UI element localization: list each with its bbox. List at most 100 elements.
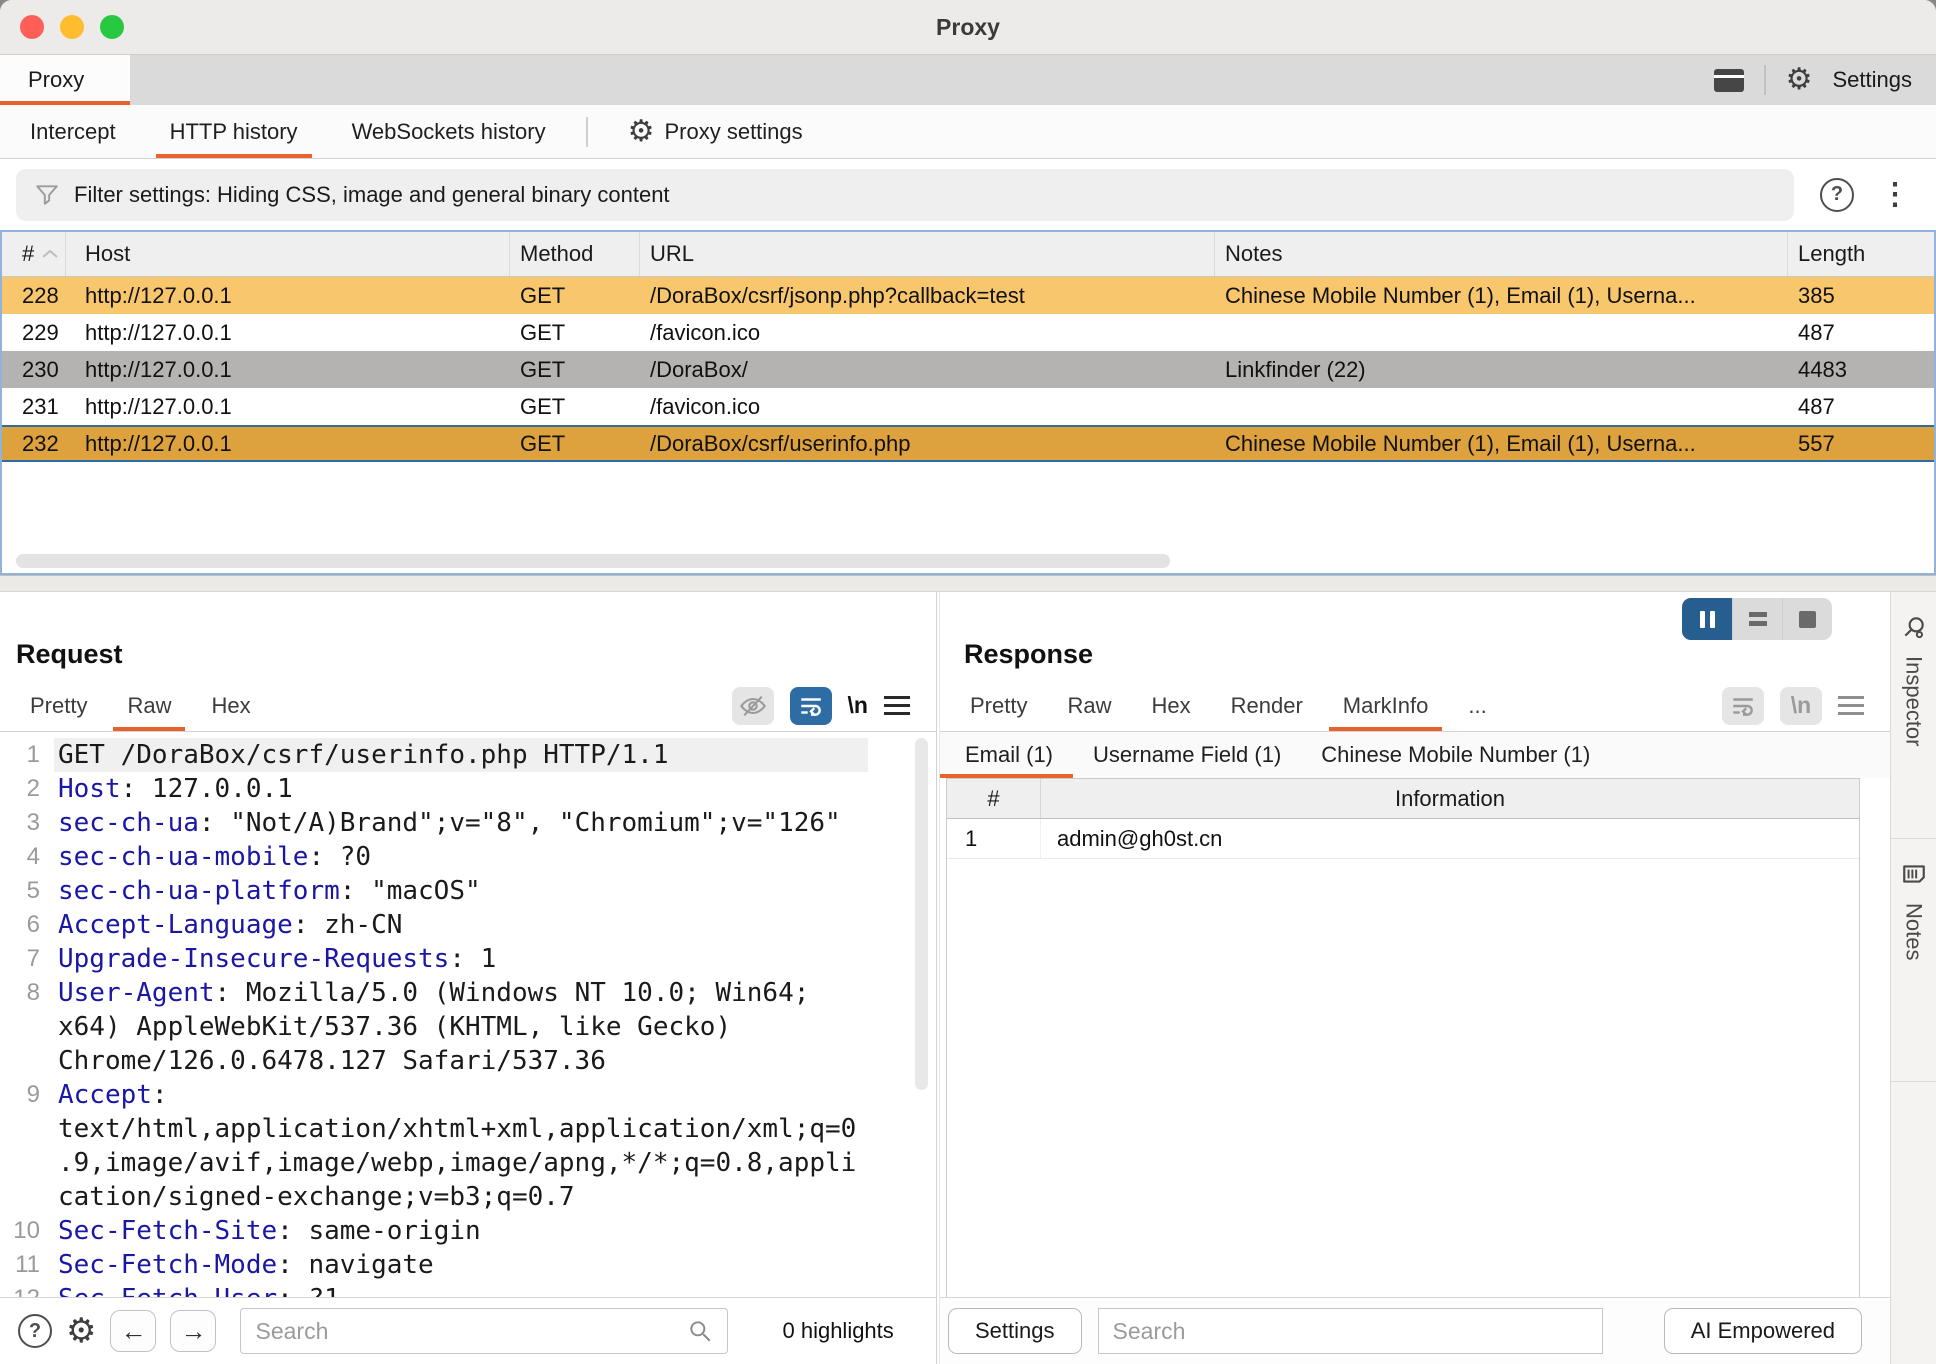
settings-button[interactable]: Settings — [1833, 67, 1913, 93]
table-row[interactable]: 232http://127.0.0.1GET/DoraBox/csrf/user… — [2, 425, 1934, 462]
equal-split-button[interactable] — [1732, 598, 1782, 640]
kebab-menu-icon[interactable]: ⋮ — [1880, 180, 1910, 210]
request-line: 4sec-ch-ua-mobile: ?0 — [0, 840, 936, 874]
request-search-toolbar: ? ⚙ ← → Search 0 highlights — [0, 1297, 936, 1364]
tab-intercept[interactable]: Intercept — [16, 105, 130, 158]
column-header-host[interactable]: Host — [66, 232, 510, 276]
stop-button[interactable] — [1782, 598, 1832, 640]
request-tabbar: Pretty Raw Hex — [0, 680, 936, 732]
tab-proxy-label: Proxy — [28, 67, 84, 93]
column-header-url[interactable]: URL — [640, 232, 1215, 276]
inspector-icon — [1901, 614, 1927, 640]
marktab-email[interactable]: Email (1) — [940, 732, 1073, 778]
response-panel: Response Pretty Raw Hex Render MarkInfo … — [940, 592, 1890, 1364]
column-header-method[interactable]: Method — [510, 232, 640, 276]
column-header-length[interactable]: Length — [1788, 232, 1934, 276]
request-panel: Request Pretty Raw Hex — [0, 592, 936, 1364]
show-newlines-button[interactable]: \n — [1780, 687, 1822, 725]
response-search-input[interactable]: Search — [1098, 1308, 1603, 1354]
column-header-information[interactable]: Information — [1041, 779, 1859, 818]
right-sidebar: Inspector Notes — [1890, 592, 1936, 1364]
markinfo-tabs: Email (1) Username Field (1) Chinese Mob… — [940, 732, 1890, 778]
request-line: 6Accept-Language: zh-CN — [0, 908, 936, 942]
gear-icon[interactable]: ⚙ — [66, 1314, 96, 1348]
request-line: 9Accept: text/html,application/xhtml+xml… — [0, 1078, 936, 1214]
stop-icon — [1799, 611, 1816, 628]
tab-http-history[interactable]: HTTP history — [156, 105, 312, 158]
request-line: 7Upgrade-Insecure-Requests: 1 — [0, 942, 936, 976]
tab-websockets-history[interactable]: WebSockets history — [338, 105, 560, 158]
request-tab-pretty[interactable]: Pretty — [10, 680, 107, 731]
response-tab-render[interactable]: Render — [1211, 680, 1323, 731]
tab-proxy-settings[interactable]: ⚙ Proxy settings — [614, 105, 817, 158]
sidebar-tab-notes[interactable]: Notes — [1891, 839, 1936, 1082]
titlebar: Proxy — [0, 0, 1936, 55]
sidebar-tab-inspector[interactable]: Inspector — [1891, 592, 1936, 839]
editor-menu-icon[interactable] — [884, 696, 910, 715]
response-tab-raw[interactable]: Raw — [1047, 680, 1131, 731]
notes-icon — [1901, 861, 1927, 887]
request-line: 12Sec-Fetch-User: ?1 — [0, 1282, 936, 1297]
show-newlines-button[interactable]: \n — [848, 692, 868, 719]
markinfo-settings-button[interactable]: Settings — [948, 1308, 1082, 1354]
editor-menu-icon[interactable] — [1838, 696, 1864, 715]
request-scrollbar[interactable] — [915, 738, 928, 1090]
response-title: Response — [964, 639, 1093, 670]
response-tab-hex[interactable]: Hex — [1131, 680, 1210, 731]
highlights-count: 0 highlights — [782, 1318, 893, 1344]
message-panels: Request Pretty Raw Hex — [0, 592, 1936, 1364]
gear-icon: ⚙ — [628, 117, 655, 147]
request-tab-hex[interactable]: Hex — [191, 680, 270, 731]
request-line: 5sec-ch-ua-platform: "macOS" — [0, 874, 936, 908]
request-line: 10Sec-Fetch-Site: same-origin — [0, 1214, 936, 1248]
eye-slash-icon — [739, 692, 767, 720]
request-line: 3sec-ch-ua: "Not/A)Brand";v="8", "Chromi… — [0, 806, 936, 840]
request-editor[interactable]: 1GET /DoraBox/csrf/userinfo.php HTTP/1.1… — [0, 732, 936, 1297]
layout-icon[interactable] — [1714, 69, 1744, 92]
column-header-number[interactable]: # — [947, 779, 1041, 818]
column-header-number[interactable]: # — [2, 232, 66, 276]
window-title: Proxy — [0, 14, 1936, 41]
response-tab-markinfo[interactable]: MarkInfo — [1323, 680, 1449, 731]
help-icon[interactable]: ? — [18, 1314, 52, 1348]
response-tab-pretty[interactable]: Pretty — [950, 680, 1047, 731]
help-icon[interactable]: ? — [1820, 178, 1854, 212]
marktab-username-field[interactable]: Username Field (1) — [1073, 732, 1301, 778]
next-match-button[interactable]: → — [170, 1310, 216, 1352]
word-wrap-button[interactable] — [790, 687, 832, 725]
response-tabbar: Pretty Raw Hex Render MarkInfo ... — [940, 680, 1890, 732]
request-tab-raw[interactable]: Raw — [107, 680, 191, 731]
search-icon — [687, 1318, 713, 1344]
tab-proxy[interactable]: Proxy — [0, 55, 130, 105]
request-line: 1GET /DoraBox/csrf/userinfo.php HTTP/1.1 — [0, 738, 936, 772]
filter-settings-bar[interactable]: Filter settings: Hiding CSS, image and g… — [16, 169, 1794, 221]
markinfo-rows: 1admin@gh0st.cn — [947, 819, 1859, 859]
response-tab-more[interactable]: ... — [1448, 680, 1506, 731]
horizontal-scrollbar[interactable] — [16, 554, 1170, 568]
filter-settings-text: Filter settings: Hiding CSS, image and g… — [74, 182, 670, 208]
panel-splitter[interactable] — [0, 575, 1936, 592]
word-wrap-icon — [1730, 693, 1756, 719]
request-title: Request — [16, 639, 123, 670]
marktab-chinese-mobile[interactable]: Chinese Mobile Number (1) — [1301, 732, 1610, 778]
intercept-control — [1682, 598, 1832, 640]
column-header-notes[interactable]: Notes — [1215, 232, 1788, 276]
markinfo-table-header: # Information — [947, 779, 1859, 819]
word-wrap-button[interactable] — [1722, 687, 1764, 725]
proxy-subtabs: Intercept HTTP history WebSockets histor… — [0, 105, 1936, 159]
table-row[interactable]: 230http://127.0.0.1GET/DoraBox/Linkfinde… — [2, 351, 1934, 388]
filter-row: Filter settings: Hiding CSS, image and g… — [0, 159, 1936, 230]
table-row[interactable]: 228http://127.0.0.1GET/DoraBox/csrf/json… — [2, 277, 1934, 314]
equal-icon — [1749, 612, 1767, 626]
request-line: 8User-Agent: Mozilla/5.0 (Windows NT 10.… — [0, 976, 936, 1078]
ai-empowered-button[interactable]: AI Empowered — [1664, 1308, 1862, 1354]
pause-icon — [1700, 611, 1705, 628]
markinfo-row[interactable]: 1admin@gh0st.cn — [947, 819, 1859, 859]
table-row[interactable]: 229http://127.0.0.1GET/favicon.ico487 — [2, 314, 1934, 351]
hide-syntax-button[interactable] — [732, 687, 774, 725]
pause-button[interactable] — [1682, 598, 1732, 640]
table-row[interactable]: 231http://127.0.0.1GET/favicon.ico487 — [2, 388, 1934, 425]
request-search-input[interactable]: Search — [240, 1308, 728, 1354]
prev-match-button[interactable]: ← — [110, 1310, 156, 1352]
divider — [586, 117, 588, 147]
